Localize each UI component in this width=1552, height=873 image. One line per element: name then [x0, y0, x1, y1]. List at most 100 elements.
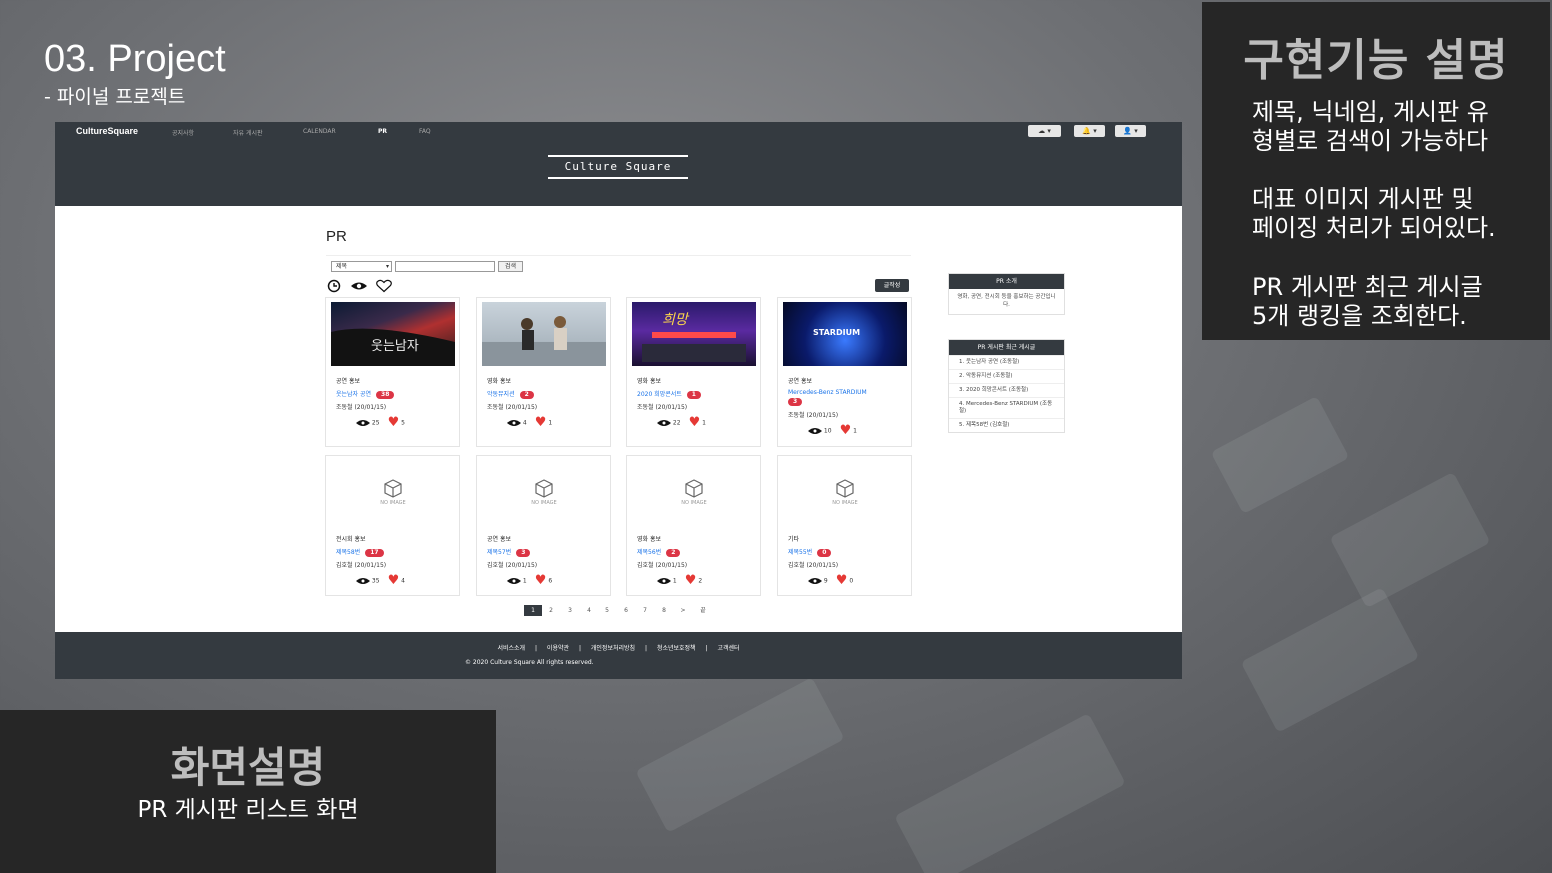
page-title: PR — [326, 228, 347, 245]
page-link-7[interactable]: 7 — [636, 605, 654, 616]
footer-links: 서비스소개 | 이용약관 | 개인정보처리방침 | 청소년보호정책 | 고객센터 — [497, 645, 740, 652]
svg-text:STARDIUM: STARDIUM — [813, 328, 860, 337]
recent-posts-title: PR 게시판 최근 게시글 — [949, 340, 1064, 355]
no-image-placeholder: NO IMAGE — [331, 468, 455, 520]
screen-description-heading: 화면설명 — [170, 743, 326, 792]
post-card[interactable]: 영화 홍보 악동뮤지션 2 조동철 (20/01/15) 4 ♥ 1 — [476, 297, 611, 447]
eye-icon — [808, 578, 822, 584]
nav-faq[interactable]: FAQ — [419, 128, 431, 135]
feature-paragraph-1: 제목, 닉네임, 게시판 유 형별로 검색이 가능하다 — [1252, 98, 1489, 155]
post-card[interactable]: NO IMAGE 공연 홍보 제목57번 3 김호철 (20/01/15) 1 ♥ … — [476, 455, 611, 596]
no-image-placeholder: NO IMAGE — [482, 468, 606, 520]
feature-paragraph-2: 대표 이미지 게시판 및 페이징 처리가 되어있다. — [1252, 185, 1496, 242]
box-icon — [836, 479, 854, 498]
poster-image — [482, 302, 606, 366]
svg-text:희망: 희망 — [662, 312, 690, 328]
heart-icon: ♥ — [534, 415, 547, 430]
heart-icon: ♥ — [839, 423, 852, 438]
divider — [326, 255, 911, 256]
feature-paragraph-3: PR 게시판 최근 게시글 5개 랭킹을 조회한다. — [1252, 273, 1483, 330]
heart-icon: ♥ — [534, 573, 547, 588]
post-card[interactable]: 웃는남자 공연 홍보 웃는남자 공연 38 조동철 (20/01/15) 25 ♥ … — [325, 297, 460, 447]
post-card[interactable]: NO IMAGE 전시회 홍보 제목58번 17 김호철 (20/01/15) 3… — [325, 455, 460, 596]
svg-text:웃는남자: 웃는남자 — [371, 339, 419, 354]
site-footer: 서비스소개 | 이용약관 | 개인정보처리방침 | 청소년보호정책 | 고객센터… — [55, 632, 1182, 679]
user-menu-button[interactable]: 👤 ▾ — [1115, 125, 1146, 137]
pr-intro-box: PR 소개 영화, 공연, 전시회 등을 홍보하는 공간입니다. — [948, 273, 1065, 315]
page-link-6[interactable]: 6 — [617, 605, 635, 616]
footer-link-support[interactable]: 고객센터 — [717, 645, 739, 652]
heart-icon: ♥ — [684, 573, 697, 588]
pr-intro-text: 영화, 공연, 전시회 등을 홍보하는 공간입니다. — [957, 294, 1056, 308]
page-link-8[interactable]: 8 — [655, 605, 673, 616]
search-type-select[interactable]: 제목 ▾ — [331, 261, 392, 272]
eye-icon — [808, 428, 822, 434]
heart-icon: ♥ — [387, 415, 400, 430]
feature-description-panel: 구현기능 설명 제목, 닉네임, 게시판 유 형별로 검색이 가능하다 대표 이… — [1202, 2, 1550, 340]
box-icon — [384, 479, 402, 498]
recent-post-item[interactable]: 1. 웃는남자 공연 (조동철) — [949, 355, 1064, 369]
post-card[interactable]: 희망 영화 홍보 2020 희망콘서트 1 조동철 (20/01/15) 22 ♥ … — [626, 297, 761, 447]
footer-link-about[interactable]: 서비스소개 — [497, 645, 525, 652]
nav-pr[interactable]: PR — [378, 128, 387, 135]
site-logo[interactable]: Culture Square — [548, 155, 688, 179]
page-last[interactable]: 끝 — [694, 605, 712, 616]
page-link-3[interactable]: 3 — [561, 605, 579, 616]
screen-description-panel: 화면설명 PR 게시판 리스트 화면 — [0, 710, 496, 873]
no-image-placeholder: NO IMAGE — [783, 468, 907, 520]
feature-heading: 구현기능 설명 — [1243, 35, 1509, 86]
nav-calendar[interactable]: CALENDAR — [303, 128, 336, 135]
footer-link-privacy[interactable]: 개인정보처리방침 — [591, 645, 635, 652]
post-card[interactable]: STARDIUM 공연 홍보 Mercedes-Benz STARDIUM 3 … — [777, 297, 912, 447]
recent-post-item[interactable]: 5. 제목58번 (김호철) — [949, 418, 1064, 432]
write-post-button[interactable]: 글작성 — [875, 279, 909, 292]
post-card[interactable]: NO IMAGE 영화 홍보 제목56번 2 김호철 (20/01/15) 1 ♥ … — [626, 455, 761, 596]
eye-icon[interactable] — [350, 278, 367, 292]
website-screenshot: CultureSquare 공지사항 자유 게시판 CALENDAR PR FA… — [55, 122, 1182, 679]
page-link-5[interactable]: 5 — [598, 605, 616, 616]
poster-image: 웃는남자 — [331, 302, 455, 366]
page-link-2[interactable]: 2 — [542, 605, 560, 616]
brand-link[interactable]: CultureSquare — [76, 126, 138, 136]
poster-image: 희망 — [632, 302, 756, 366]
recent-posts-box: PR 게시판 최근 게시글 1. 웃는남자 공연 (조동철) 2. 악동뮤지션 … — [948, 339, 1065, 433]
slide-title: 03. Project — [44, 38, 226, 80]
screen-description-text: PR 게시판 리스트 화면 — [137, 797, 359, 823]
post-card[interactable]: NO IMAGE 기타 제목55번 0 김호철 (20/01/15) 9 ♥ 0 — [777, 455, 912, 596]
box-icon — [535, 479, 553, 498]
no-image-placeholder: NO IMAGE — [632, 468, 756, 520]
eye-icon — [507, 420, 521, 426]
background-keyboard-key — [1210, 395, 1350, 515]
background-keyboard-key — [635, 677, 845, 833]
eye-icon — [657, 578, 671, 584]
heart-outline-icon[interactable] — [375, 278, 392, 293]
recent-post-item[interactable]: 3. 2020 희망콘서트 (조동철) — [949, 383, 1064, 397]
background-keyboard-key — [1240, 587, 1420, 733]
search-button[interactable]: 검색 — [498, 261, 523, 272]
eye-icon — [356, 420, 370, 426]
nav-free-board[interactable]: 자유 게시판 — [233, 128, 263, 137]
box-icon — [685, 479, 703, 498]
heart-icon: ♥ — [387, 573, 400, 588]
footer-link-youth[interactable]: 청소년보호정책 — [657, 645, 696, 652]
search-input[interactable] — [395, 261, 495, 272]
site-header: CultureSquare 공지사항 자유 게시판 CALENDAR PR FA… — [55, 122, 1182, 206]
nav-notice[interactable]: 공지사항 — [172, 128, 194, 137]
eye-icon — [356, 578, 370, 584]
footer-copyright: © 2020 Culture Square All rights reserve… — [465, 659, 594, 666]
eye-icon — [507, 578, 521, 584]
background-keyboard-key — [894, 713, 1126, 873]
recent-post-item[interactable]: 2. 악동뮤지션 (조동철) — [949, 369, 1064, 383]
heart-icon: ♥ — [688, 415, 701, 430]
pr-intro-title: PR 소개 — [949, 274, 1064, 289]
footer-link-terms[interactable]: 이용약관 — [547, 645, 569, 652]
notification-menu-button[interactable]: 🔔 ▾ — [1074, 125, 1105, 137]
page-link-4[interactable]: 4 — [580, 605, 598, 616]
clock-icon[interactable] — [326, 278, 342, 293]
poster-image: STARDIUM — [783, 302, 907, 366]
page-link-1[interactable]: 1 — [524, 605, 542, 616]
recent-post-item[interactable]: 4. Mercedes-Benz STARDIUM (조동철) — [949, 397, 1064, 418]
heart-icon: ♥ — [835, 573, 848, 588]
cloud-menu-button[interactable]: ☁ ▾ — [1028, 125, 1061, 137]
page-next[interactable]: > — [674, 605, 692, 616]
